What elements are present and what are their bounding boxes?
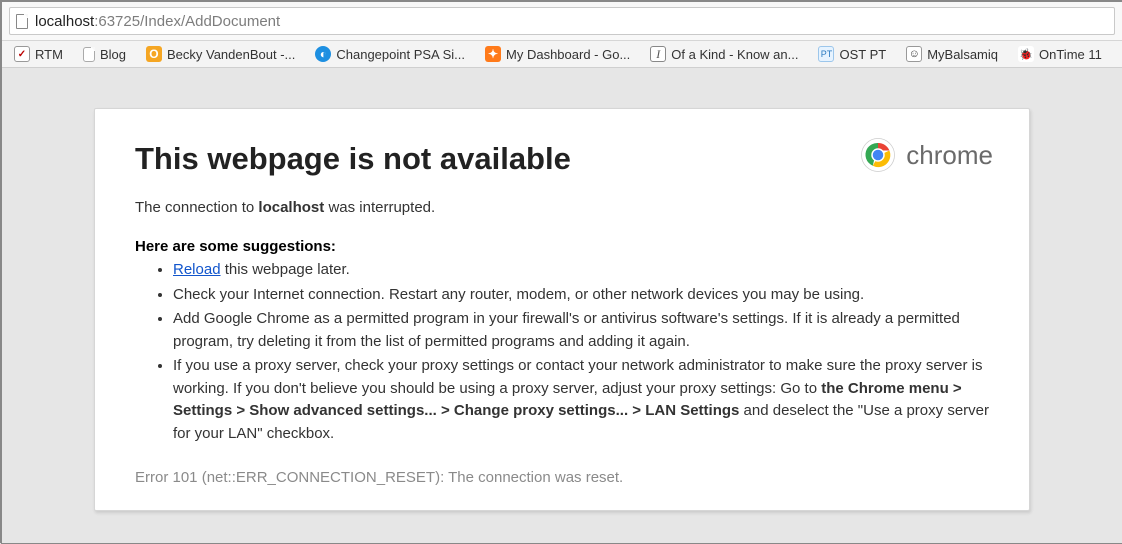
page-icon — [16, 14, 28, 29]
address-path: :63725/Index/AddDocument — [94, 13, 280, 30]
suggestion-check-connection: Check your Internet connection. Restart … — [173, 284, 989, 307]
error-card: chrome This webpage is not available The… — [94, 108, 1030, 511]
ontime-icon: 🐞 — [1018, 46, 1034, 62]
bookmark-ontime[interactable]: 🐞 OnTime 11 — [1014, 44, 1106, 64]
bookmark-label: OnTime 11 — [1039, 47, 1102, 62]
bookmark-label: My Dashboard - Go... — [506, 47, 630, 62]
suggestion-proxy: If you use a proxy server, check your pr… — [173, 355, 989, 445]
bookmark-my-dashboard[interactable]: ✦ My Dashboard - Go... — [481, 44, 634, 64]
bookmark-changepoint[interactable]: ◐ Changepoint PSA Si... — [311, 44, 469, 64]
chrome-brand: chrome — [860, 137, 993, 173]
bookmark-rtm[interactable]: ✓ RTM — [10, 44, 67, 64]
changepoint-icon: ◐ — [315, 46, 331, 62]
connection-message: The connection to localhost was interrup… — [135, 199, 989, 216]
suggestions-list: Reload this webpage later. Check your In… — [135, 259, 989, 445]
bookmark-label: Changepoint PSA Si... — [336, 47, 465, 62]
bookmark-ost-pt[interactable]: PT OST PT — [814, 44, 890, 64]
address-bar-container: localhost:63725/Index/AddDocument — [2, 2, 1122, 41]
reload-suffix: this webpage later. — [221, 261, 350, 278]
bookmark-label: Becky VandenBout -... — [167, 47, 295, 62]
bookmark-label: Blog — [100, 47, 126, 62]
bookmark-label: OST PT — [839, 47, 886, 62]
bookmark-label: MyBalsamiq — [927, 47, 998, 62]
conn-prefix: The connection to — [135, 199, 258, 216]
bookmark-of-a-kind[interactable]: I Of a Kind - Know an... — [646, 44, 802, 64]
bookmarks-bar: ✓ RTM Blog O Becky VandenBout -... ◐ Cha… — [2, 41, 1122, 68]
conn-host: localhost — [258, 199, 324, 216]
address-host: localhost — [35, 13, 94, 30]
address-input[interactable]: localhost:63725/Index/AddDocument — [9, 7, 1115, 35]
suggestions-heading: Here are some suggestions: — [135, 238, 989, 255]
error-code: Error 101 (net::ERR_CONNECTION_RESET): T… — [135, 469, 989, 486]
bookmark-mybalsamiq[interactable]: ☺ MyBalsamiq — [902, 44, 1002, 64]
rtm-icon: ✓ — [14, 46, 30, 62]
reload-link[interactable]: Reload — [173, 261, 221, 278]
ofakind-icon: I — [650, 46, 666, 62]
blog-icon — [83, 47, 95, 62]
suggestion-reload: Reload this webpage later. — [173, 259, 989, 282]
suggestion-firewall: Add Google Chrome as a permitted program… — [173, 308, 989, 353]
ost-icon: PT — [818, 46, 834, 62]
bookmark-label: RTM — [35, 47, 63, 62]
bookmark-label: Of a Kind - Know an... — [671, 47, 798, 62]
conn-suffix: was interrupted. — [324, 199, 435, 216]
balsamiq-icon: ☺ — [906, 46, 922, 62]
becky-icon: O — [146, 46, 162, 62]
chrome-icon — [860, 137, 896, 173]
chrome-brand-text: chrome — [906, 140, 993, 171]
dashboard-icon: ✦ — [485, 46, 501, 62]
bookmark-blog[interactable]: Blog — [79, 45, 130, 64]
content-stage: chrome This webpage is not available The… — [2, 68, 1122, 511]
bookmark-becky[interactable]: O Becky VandenBout -... — [142, 44, 299, 64]
